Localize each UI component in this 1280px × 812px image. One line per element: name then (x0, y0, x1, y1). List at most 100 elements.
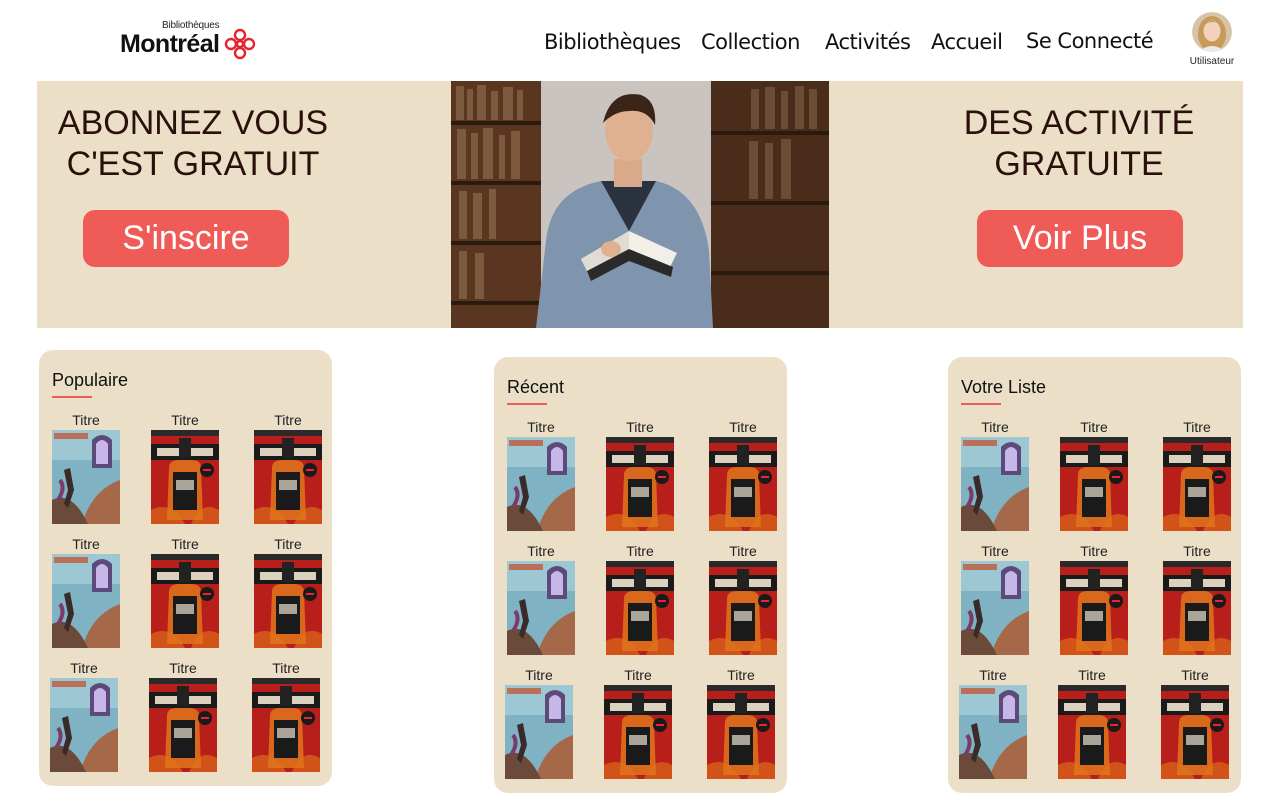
nav-bibliotheques[interactable]: Bibliothèques (544, 30, 681, 54)
book-item[interactable]: Titre (52, 412, 120, 524)
book-cover-fantasy (959, 685, 1027, 779)
book-cover-bottle (604, 685, 672, 779)
book-title: Titre (624, 667, 652, 683)
book-item[interactable]: Titre (149, 660, 217, 772)
section-title: Votre Liste (961, 377, 1047, 397)
book-cover-fantasy (50, 678, 118, 772)
montreal-logo[interactable]: Bibliothèques Montréal (120, 20, 260, 64)
book-cover-fantasy (961, 561, 1029, 655)
book-cover[interactable] (606, 437, 674, 531)
hero-left-line1: ABONNEZ VOUS (57, 104, 329, 142)
user-avatar[interactable] (1192, 12, 1232, 52)
book-cover[interactable] (151, 430, 219, 524)
book-item[interactable]: Titre (1163, 543, 1231, 655)
book-title: Titre (171, 412, 199, 428)
book-cover[interactable] (709, 437, 777, 531)
book-item[interactable]: Titre (505, 667, 573, 779)
book-item[interactable]: Titre (707, 667, 775, 779)
nav-accueil[interactable]: Accueil (931, 30, 1003, 54)
book-item[interactable]: Titre (961, 543, 1029, 655)
hero-left-line2: C'EST GRATUIT (66, 145, 320, 183)
book-item[interactable]: Titre (1060, 419, 1128, 531)
book-cover[interactable] (52, 430, 120, 524)
book-item[interactable]: Titre (1163, 419, 1231, 531)
book-title: Titre (979, 667, 1007, 683)
book-cover[interactable] (1163, 437, 1231, 531)
book-cover-bottle (252, 678, 320, 772)
hero-left-text: ABONNEZ VOUS C'EST GRATUIT (57, 103, 329, 185)
book-item[interactable]: Titre (507, 543, 575, 655)
user-label: Utilisateur (1189, 56, 1235, 67)
nav-collection[interactable]: Collection (701, 30, 800, 54)
nav-activites[interactable]: Activités (825, 30, 911, 54)
book-title: Titre (274, 536, 302, 552)
book-item[interactable]: Titre (50, 660, 118, 772)
book-cover[interactable] (254, 430, 322, 524)
book-cover[interactable] (1161, 685, 1229, 779)
book-cover-bottle (606, 561, 674, 655)
book-cover[interactable] (507, 437, 575, 531)
book-title: Titre (729, 543, 757, 559)
book-cover[interactable] (1060, 561, 1128, 655)
book-title: Titre (1183, 543, 1211, 559)
montreal-flower-icon (224, 28, 256, 60)
section-title: Populaire (52, 370, 129, 390)
book-cover-bottle (707, 685, 775, 779)
book-item[interactable]: Titre (709, 543, 777, 655)
book-cover[interactable] (604, 685, 672, 779)
book-cover-bottle (1060, 561, 1128, 655)
book-title: Titre (1183, 419, 1211, 435)
subscribe-button[interactable]: S'inscire (83, 210, 289, 267)
book-title: Titre (72, 412, 100, 428)
book-cover[interactable] (1060, 437, 1128, 531)
book-item[interactable]: Titre (252, 660, 320, 772)
book-item[interactable]: Titre (604, 667, 672, 779)
book-cover-bottle (254, 430, 322, 524)
hero-banner: ABONNEZ VOUS C'EST GRATUIT S'inscire DES… (37, 81, 1243, 328)
book-cover[interactable] (606, 561, 674, 655)
book-item[interactable]: Titre (1060, 543, 1128, 655)
nav-se-connecter[interactable]: Se Connecté (1026, 29, 1154, 53)
book-item[interactable]: Titre (254, 536, 322, 648)
book-item[interactable]: Titre (254, 412, 322, 524)
book-title: Titre (729, 419, 757, 435)
book-title: Titre (169, 660, 197, 676)
book-item[interactable]: Titre (507, 419, 575, 531)
book-cover[interactable] (1163, 561, 1231, 655)
book-cover-bottle (709, 437, 777, 531)
book-cover[interactable] (505, 685, 573, 779)
book-cover[interactable] (52, 554, 120, 648)
book-item[interactable]: Titre (151, 536, 219, 648)
book-cover[interactable] (507, 561, 575, 655)
book-cover[interactable] (709, 561, 777, 655)
book-cover[interactable] (961, 437, 1029, 531)
book-cover-bottle (254, 554, 322, 648)
book-cover-fantasy (507, 561, 575, 655)
book-item[interactable]: Titre (709, 419, 777, 531)
book-item[interactable]: Titre (961, 419, 1029, 531)
see-more-button[interactable]: Voir Plus (977, 210, 1183, 267)
book-title: Titre (525, 667, 553, 683)
book-cover-bottle (149, 678, 217, 772)
book-cover[interactable] (1058, 685, 1126, 779)
book-cover[interactable] (961, 561, 1029, 655)
book-item[interactable]: Titre (606, 543, 674, 655)
book-item[interactable]: Titre (52, 536, 120, 648)
book-title: Titre (70, 660, 98, 676)
book-item[interactable]: Titre (1161, 667, 1229, 779)
book-item[interactable]: Titre (606, 419, 674, 531)
book-cover[interactable] (959, 685, 1027, 779)
book-cover-bottle (151, 554, 219, 648)
book-item[interactable]: Titre (959, 667, 1027, 779)
book-cover[interactable] (151, 554, 219, 648)
book-cover[interactable] (707, 685, 775, 779)
hero-right-line2: GRATUITE (994, 145, 1164, 183)
book-cover[interactable] (254, 554, 322, 648)
book-cover[interactable] (149, 678, 217, 772)
book-cover[interactable] (50, 678, 118, 772)
book-cover[interactable] (252, 678, 320, 772)
logo-title: Montréal (120, 30, 220, 58)
section-title-underline (52, 396, 92, 398)
book-item[interactable]: Titre (151, 412, 219, 524)
book-item[interactable]: Titre (1058, 667, 1126, 779)
